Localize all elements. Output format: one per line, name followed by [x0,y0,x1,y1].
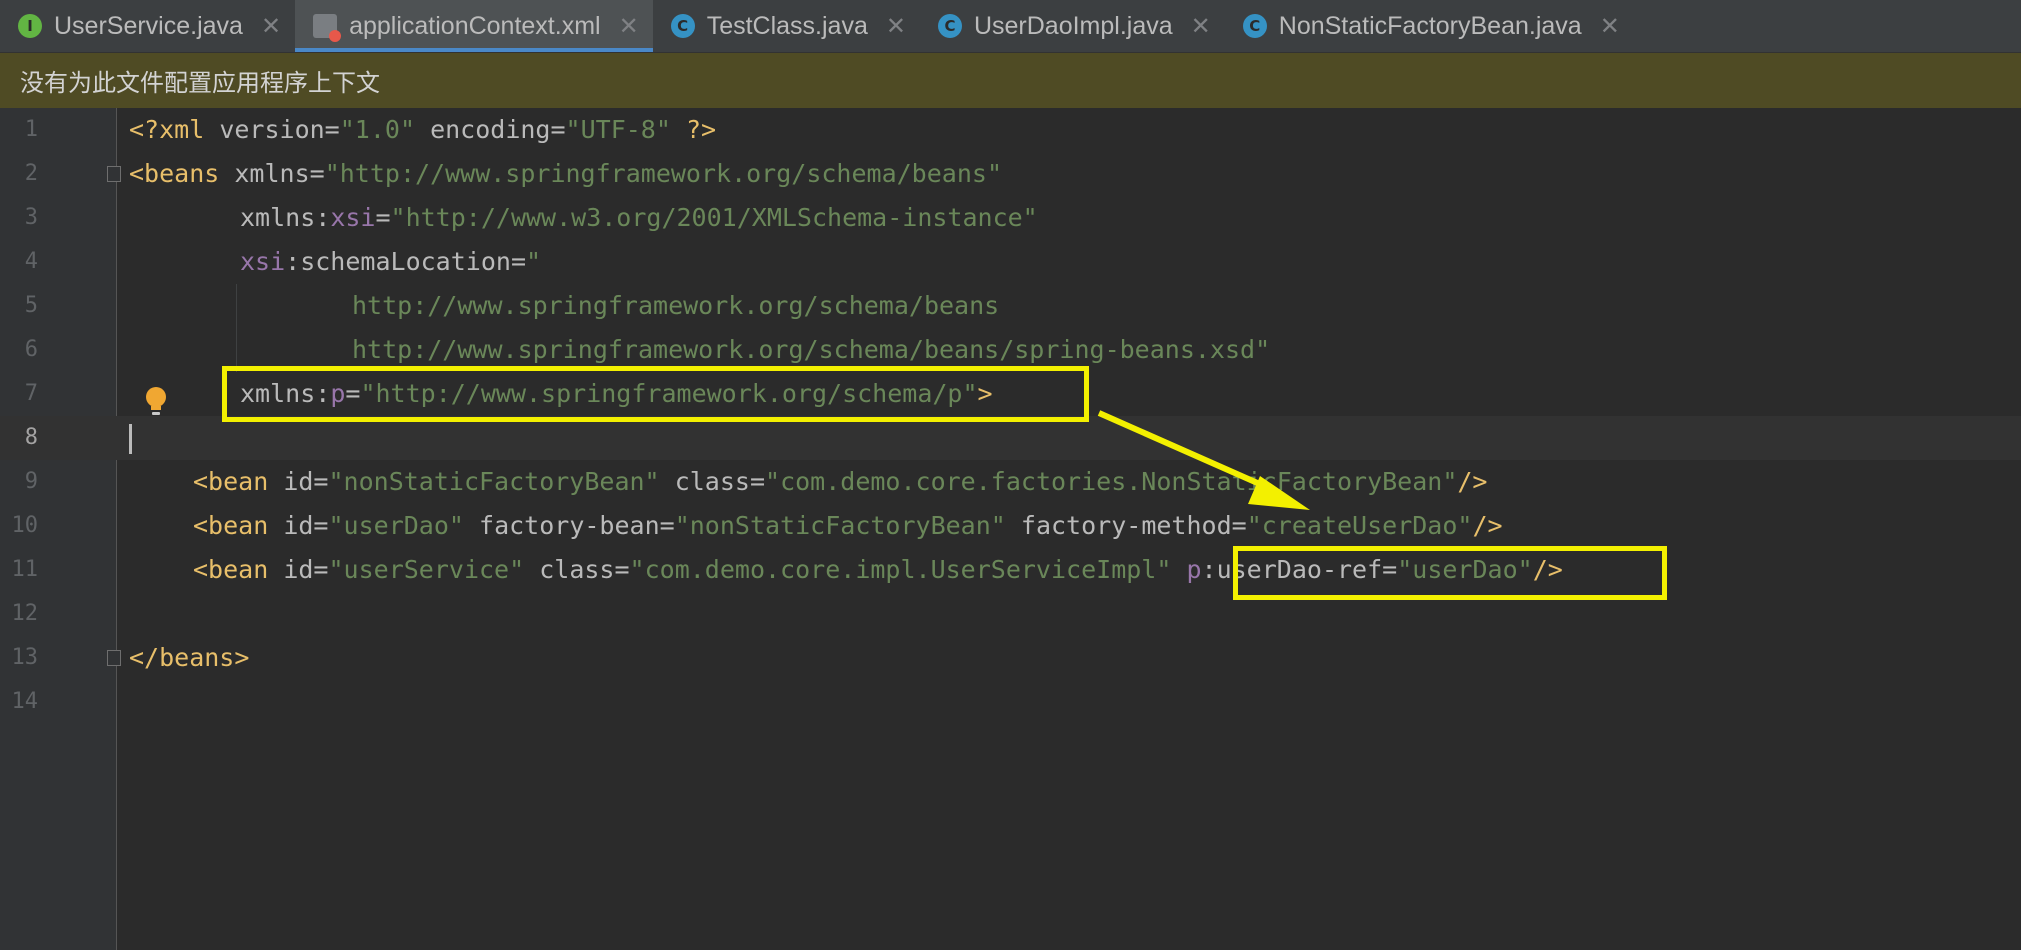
annotation-arrow [1097,410,1310,510]
arrow-shaft [1097,410,1282,496]
